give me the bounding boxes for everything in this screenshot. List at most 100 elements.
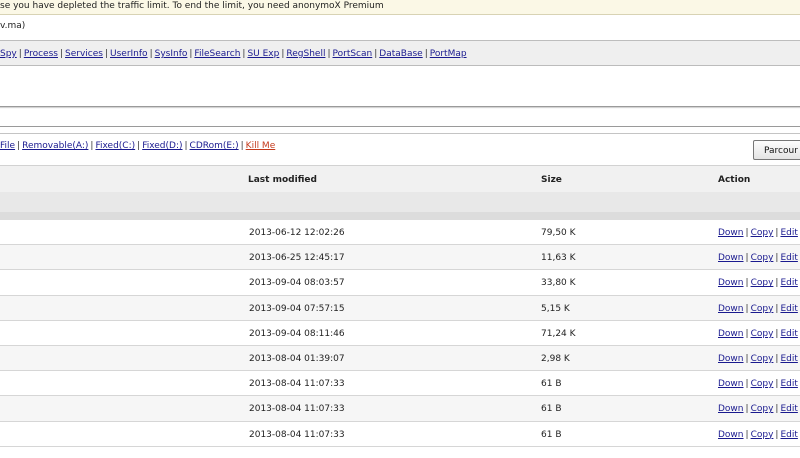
nav-separator: |	[18, 49, 22, 59]
drive-removable-a[interactable]: Removable(A:)	[22, 141, 88, 151]
edit-link[interactable]: Edit	[780, 253, 797, 263]
nav-filesearch[interactable]: FileSearch	[194, 49, 240, 59]
kill-me-link[interactable]: Kill Me	[246, 141, 276, 151]
down-link[interactable]: Down	[718, 430, 744, 440]
copy-link[interactable]: Copy	[751, 304, 774, 314]
down-link[interactable]: Down	[718, 228, 744, 238]
nav-su-exp[interactable]: SU Exp	[247, 49, 279, 59]
parent-dir-row	[0, 192, 800, 212]
drive-separator: |	[184, 141, 188, 151]
cell-last-modified: 2013-09-04 08:11:46	[249, 328, 345, 339]
nav-services[interactable]: Services	[65, 49, 103, 59]
action-separator: |	[745, 353, 749, 364]
edit-link[interactable]: Edit	[780, 354, 797, 364]
row-actions: Down | Copy | Edit	[718, 329, 798, 340]
nav-separator: |	[104, 49, 109, 59]
drive-fixed-d[interactable]: Fixed(D:)	[142, 141, 182, 151]
nav-sysinfo[interactable]: SysInfo	[155, 49, 188, 59]
traffic-limit-notice: se you have depleted the traffic limit. …	[0, 0, 800, 15]
cell-last-modified: 2013-06-25 12:45:17	[249, 253, 345, 264]
cell-size: 11,63 K	[541, 253, 576, 264]
cell-last-modified: 2013-06-12 12:02:26	[249, 228, 345, 238]
copy-link[interactable]: Copy	[751, 329, 774, 339]
nav-process[interactable]: Process	[24, 49, 58, 59]
row-actions: Down | Copy | Edit	[718, 379, 798, 390]
copy-link[interactable]: Copy	[751, 404, 774, 414]
cell-last-modified: 2013-08-04 11:07:33	[249, 429, 345, 440]
cell-size: 71,24 K	[541, 328, 576, 339]
nav-portmap[interactable]: PortMap	[430, 49, 467, 59]
action-separator: |	[745, 303, 749, 314]
edit-link[interactable]: Edit	[780, 430, 797, 440]
copy-link[interactable]: Copy	[751, 253, 774, 263]
header-action: Action	[718, 175, 751, 185]
edit-link[interactable]: Edit	[780, 404, 797, 414]
copy-link[interactable]: Copy	[751, 379, 774, 389]
row-actions: Down | Copy | Edit	[718, 228, 798, 239]
table-row: 2013-06-12 12:02:26 79,50 K Down | Copy | Edit	[0, 220, 800, 246]
table-row: 2013-09-04 07:57:15 5,15 K Down | Copy | Edit	[0, 295, 800, 321]
drive-fixed-c[interactable]: Fixed(C:)	[95, 141, 135, 151]
cell-size: 61 B	[541, 404, 562, 415]
table-row: 2013-08-04 11:07:33 61 B Down | Copy | Edit	[0, 421, 800, 447]
row-actions: Down | Copy | Edit	[718, 354, 798, 365]
copy-link[interactable]: Copy	[751, 278, 774, 288]
down-link[interactable]: Down	[718, 404, 744, 414]
row-actions: Down | Copy | Edit	[718, 278, 798, 289]
cell-last-modified: 2013-08-04 11:07:33	[249, 404, 345, 415]
down-link[interactable]: Down	[718, 329, 744, 339]
nav-regshell[interactable]: RegShell	[286, 49, 325, 59]
cell-last-modified: 2013-09-04 08:03:57	[249, 278, 345, 289]
table-spacer	[0, 212, 800, 220]
edit-link[interactable]: Edit	[780, 228, 797, 238]
tool-nav-bar: Spy | Process | Services | UserInfo | SysInfo | Fi…	[0, 41, 800, 66]
host-info: v.ma)	[0, 20, 25, 32]
action-separator: |	[745, 404, 749, 415]
edit-link[interactable]: Edit	[780, 278, 797, 288]
drive-file[interactable]: File	[0, 141, 15, 151]
table-header: Last modified Size Action	[0, 165, 800, 193]
edit-link[interactable]: Edit	[780, 379, 797, 389]
row-actions: Down | Copy | Edit	[718, 430, 798, 441]
down-link[interactable]: Down	[718, 253, 744, 263]
path-input[interactable]	[0, 106, 800, 127]
notice-text: se you have depleted the traffic limit. …	[0, 1, 384, 11]
nav-separator: |	[149, 49, 153, 59]
down-link[interactable]: Down	[718, 379, 744, 389]
copy-link[interactable]: Copy	[751, 228, 774, 238]
down-link[interactable]: Down	[718, 354, 744, 364]
cell-size: 2,98 K	[541, 353, 570, 364]
file-table-body: 2013-06-12 12:02:26 79,50 K Down | Copy | Edit…	[0, 220, 800, 447]
header-last-modified[interactable]: Last modified	[248, 175, 317, 185]
cell-last-modified: 2013-08-04 01:39:07	[249, 353, 345, 364]
edit-link[interactable]: Edit	[780, 304, 797, 314]
host-text: v.ma)	[0, 21, 26, 31]
nav-separator: |	[327, 49, 331, 59]
drive-bar: File | Removable(A:) | Fixed(C:) | Fixed(D:) | C…	[0, 134, 800, 165]
cell-size: 61 B	[541, 429, 562, 440]
drive-cdrom-e[interactable]: CDRom(E:)	[190, 141, 239, 151]
cell-size: 61 B	[541, 379, 562, 390]
action-separator: |	[745, 379, 749, 390]
action-separator: |	[745, 253, 749, 264]
nav-database[interactable]: DataBase	[379, 49, 422, 59]
browse-button[interactable]: Parcour	[753, 140, 800, 160]
table-row: 2013-09-04 08:11:46 71,24 K Down | Copy | Edit	[0, 320, 800, 346]
cell-last-modified: 2013-09-04 07:57:15	[249, 303, 345, 314]
table-row: 2013-08-04 11:07:33 61 B Down | Copy | Edit	[0, 371, 800, 397]
nav-spy[interactable]: Spy	[0, 49, 17, 59]
cell-size: 33,80 K	[541, 278, 576, 289]
down-link[interactable]: Down	[718, 304, 744, 314]
cell-size: 79,50 K	[541, 228, 576, 238]
cell-size: 5,15 K	[541, 303, 570, 314]
action-separator: |	[745, 429, 749, 440]
row-actions: Down | Copy | Edit	[718, 253, 798, 264]
down-link[interactable]: Down	[718, 278, 744, 288]
copy-link[interactable]: Copy	[751, 430, 774, 440]
nav-userinfo[interactable]: UserInfo	[110, 49, 148, 59]
nav-portscan[interactable]: PortScan	[333, 49, 373, 59]
copy-link[interactable]: Copy	[751, 354, 774, 364]
row-actions: Down | Copy | Edit	[718, 304, 798, 315]
header-size[interactable]: Size	[541, 175, 562, 185]
edit-link[interactable]: Edit	[780, 329, 797, 339]
